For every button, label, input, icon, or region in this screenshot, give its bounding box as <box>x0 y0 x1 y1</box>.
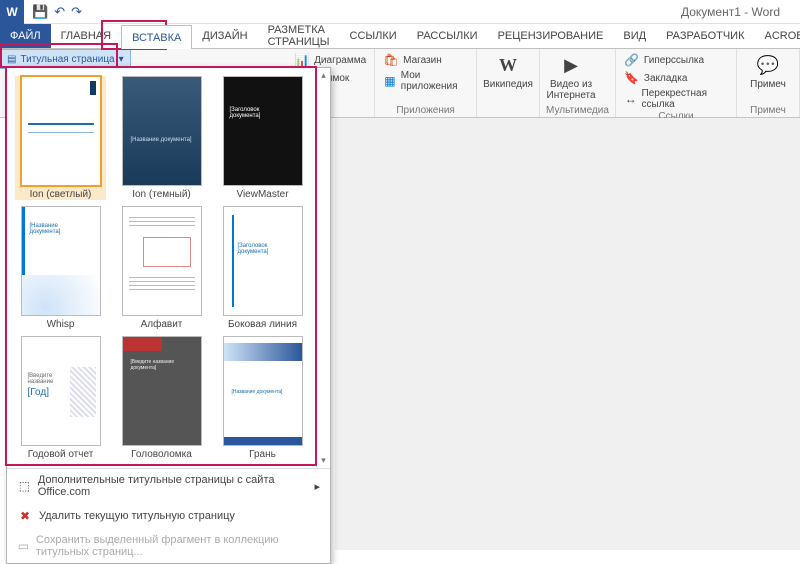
gallery-item-label: Головоломка <box>131 449 192 460</box>
page-icon: ▤ <box>7 54 16 65</box>
chevron-down-icon: ▾ <box>119 54 124 65</box>
wikipedia-icon: W <box>496 53 520 77</box>
scroll-down-icon[interactable]: ▾ <box>321 455 326 466</box>
title-bar: W 💾 ↶ ↷ Документ1 - Word <box>0 0 800 24</box>
bookmark-button[interactable]: 🔖 Закладка <box>622 69 730 87</box>
gallery-item-ion-light[interactable]: Ion (светлый) <box>15 76 106 200</box>
remove-cover-page-button[interactable]: ✖ Удалить текущую титульную страницу <box>7 503 330 529</box>
my-apps-button[interactable]: ▦Мои приложения <box>381 69 470 93</box>
wikipedia-group: W Википедия <box>477 49 540 117</box>
wikipedia-label: Википедия <box>483 79 533 90</box>
crossref-label: Перекрестная ссылка <box>642 88 728 110</box>
gallery-item-puzzle[interactable]: [Введите названиедокумента] Головоломка <box>116 336 207 460</box>
comments-group: 💬 Примеч Примеч <box>737 49 800 117</box>
gallery-item-label: Грань <box>249 449 276 460</box>
gallery-item-whisp[interactable]: [Названиедокумента] Whisp <box>15 206 106 330</box>
video-icon: ▶ <box>559 53 583 77</box>
chart-icon: 📊 <box>294 52 310 68</box>
more-from-office-button[interactable]: ⬚ Дополнительные титульные страницы с са… <box>7 469 330 503</box>
gallery-item-label: Годовой отчет <box>28 449 94 460</box>
tab-insert[interactable]: ВСТАВКА <box>121 25 192 49</box>
comment-label: Примеч <box>750 79 786 90</box>
tab-mailings[interactable]: РАССЫЛКИ <box>407 24 488 48</box>
comment-icon: 💬 <box>756 53 780 77</box>
bookmark-label: Закладка <box>644 73 687 84</box>
tab-file[interactable]: ФАЙЛ <box>0 24 51 48</box>
tab-view[interactable]: ВИД <box>613 24 656 48</box>
save-selection-button: ▭ Сохранить выделенный фрагмент в коллек… <box>7 529 330 563</box>
cover-page-gallery: Ion (светлый) [Название документа] Ion (… <box>6 67 331 564</box>
my-apps-label: Мои приложения <box>401 70 468 92</box>
office-icon: ⬚ <box>17 478 32 494</box>
chart-label: Диаграмма <box>314 55 366 66</box>
document-area[interactable] <box>335 118 800 550</box>
word-app-icon: W <box>0 0 24 24</box>
apps-group: 🛍 Магазин ▦Мои приложения Приложения <box>375 49 477 117</box>
gallery-item-label: ViewMaster <box>236 189 288 200</box>
bookmark-icon: 🔖 <box>624 70 640 86</box>
online-video-button[interactable]: ▶ Видео из Интернета <box>546 51 596 101</box>
gallery-item-sideline[interactable]: [Заголовокдокумента] Боковая линия <box>217 206 308 330</box>
online-video-label: Видео из Интернета <box>546 79 596 101</box>
document-title: Документ1 - Word <box>681 5 780 19</box>
remove-icon: ✖ <box>17 508 33 524</box>
apps-icon: ▦ <box>383 73 397 89</box>
gallery-item-alphabet[interactable]: Алфавит <box>116 206 207 330</box>
gallery-scrollbar[interactable]: ▴ ▾ <box>316 68 330 468</box>
footer-remove-label: Удалить текущую титульную страницу <box>39 510 235 522</box>
gallery-footer: ⬚ Дополнительные титульные страницы с са… <box>7 468 330 563</box>
chevron-right-icon: ▸ <box>314 480 320 493</box>
hyperlink-label: Гиперссылка <box>644 55 704 66</box>
footer-save-label: Сохранить выделенный фрагмент в коллекци… <box>36 534 320 558</box>
cover-page-button[interactable]: ▤ Титульная страница ▾ <box>0 49 131 69</box>
scroll-up-icon[interactable]: ▴ <box>321 70 326 81</box>
tab-home[interactable]: ГЛАВНАЯ <box>51 24 121 48</box>
undo-icon[interactable]: ↶ <box>54 4 65 20</box>
ribbon-tabs: ФАЙЛ ГЛАВНАЯ ВСТАВКА ДИЗАЙН РАЗМЕТКА СТР… <box>0 24 800 48</box>
store-label: Магазин <box>403 55 442 66</box>
quick-access-toolbar: 💾 ↶ ↷ <box>28 4 86 20</box>
comments-group-label: Примеч <box>743 105 793 116</box>
store-icon: 🛍 <box>383 52 399 68</box>
gallery-item-ion-dark[interactable]: [Название документа] Ion (темный) <box>116 76 207 200</box>
gallery-item-label: Whisp <box>47 319 75 330</box>
crossref-button[interactable]: ↔Перекрестная ссылка <box>622 87 730 111</box>
save-selection-icon: ▭ <box>17 538 30 554</box>
apps-group-label: Приложения <box>381 105 470 116</box>
comment-button[interactable]: 💬 Примеч <box>743 51 793 90</box>
store-button[interactable]: 🛍 Магазин <box>381 51 470 69</box>
gallery-item-annual-report[interactable]: [Введитеназвание[Год] Годовой отчет <box>15 336 106 460</box>
tab-references[interactable]: ССЫЛКИ <box>340 24 407 48</box>
tab-review[interactable]: РЕЦЕНЗИРОВАНИЕ <box>488 24 614 48</box>
tab-design[interactable]: ДИЗАЙН <box>192 24 257 48</box>
footer-more-label: Дополнительные титульные страницы с сайт… <box>38 474 309 498</box>
crossref-icon: ↔ <box>624 91 638 107</box>
gallery-item-facet[interactable]: [Название документа] Грань <box>217 336 308 460</box>
tab-layout[interactable]: РАЗМЕТКА СТРАНИЦЫ <box>258 24 340 48</box>
gallery-grid: Ion (светлый) [Название документа] Ion (… <box>7 68 316 468</box>
wikipedia-button[interactable]: W Википедия <box>483 51 533 90</box>
gallery-item-label: Ion (светлый) <box>30 189 92 200</box>
cover-page-label: Титульная страница <box>20 54 114 65</box>
gallery-item-viewmaster[interactable]: [Заголовокдокумента] ViewMaster <box>217 76 308 200</box>
links-group: 🔗 Гиперссылка 🔖 Закладка ↔Перекрестная ссы… <box>616 49 737 117</box>
tab-acrobat[interactable]: ACROBAT <box>755 24 800 48</box>
media-group: ▶ Видео из Интернета Мультимедиа <box>540 49 616 117</box>
save-icon[interactable]: 💾 <box>32 4 48 20</box>
media-group-label: Мультимедиа <box>546 105 609 116</box>
link-icon: 🔗 <box>624 52 640 68</box>
gallery-item-label: Боковая линия <box>228 319 297 330</box>
tab-developer[interactable]: РАЗРАБОТЧИК <box>656 24 754 48</box>
gallery-item-label: Алфавит <box>141 319 183 330</box>
hyperlink-button[interactable]: 🔗 Гиперссылка <box>622 51 730 69</box>
redo-icon[interactable]: ↷ <box>71 4 82 20</box>
gallery-item-label: Ion (темный) <box>132 189 191 200</box>
